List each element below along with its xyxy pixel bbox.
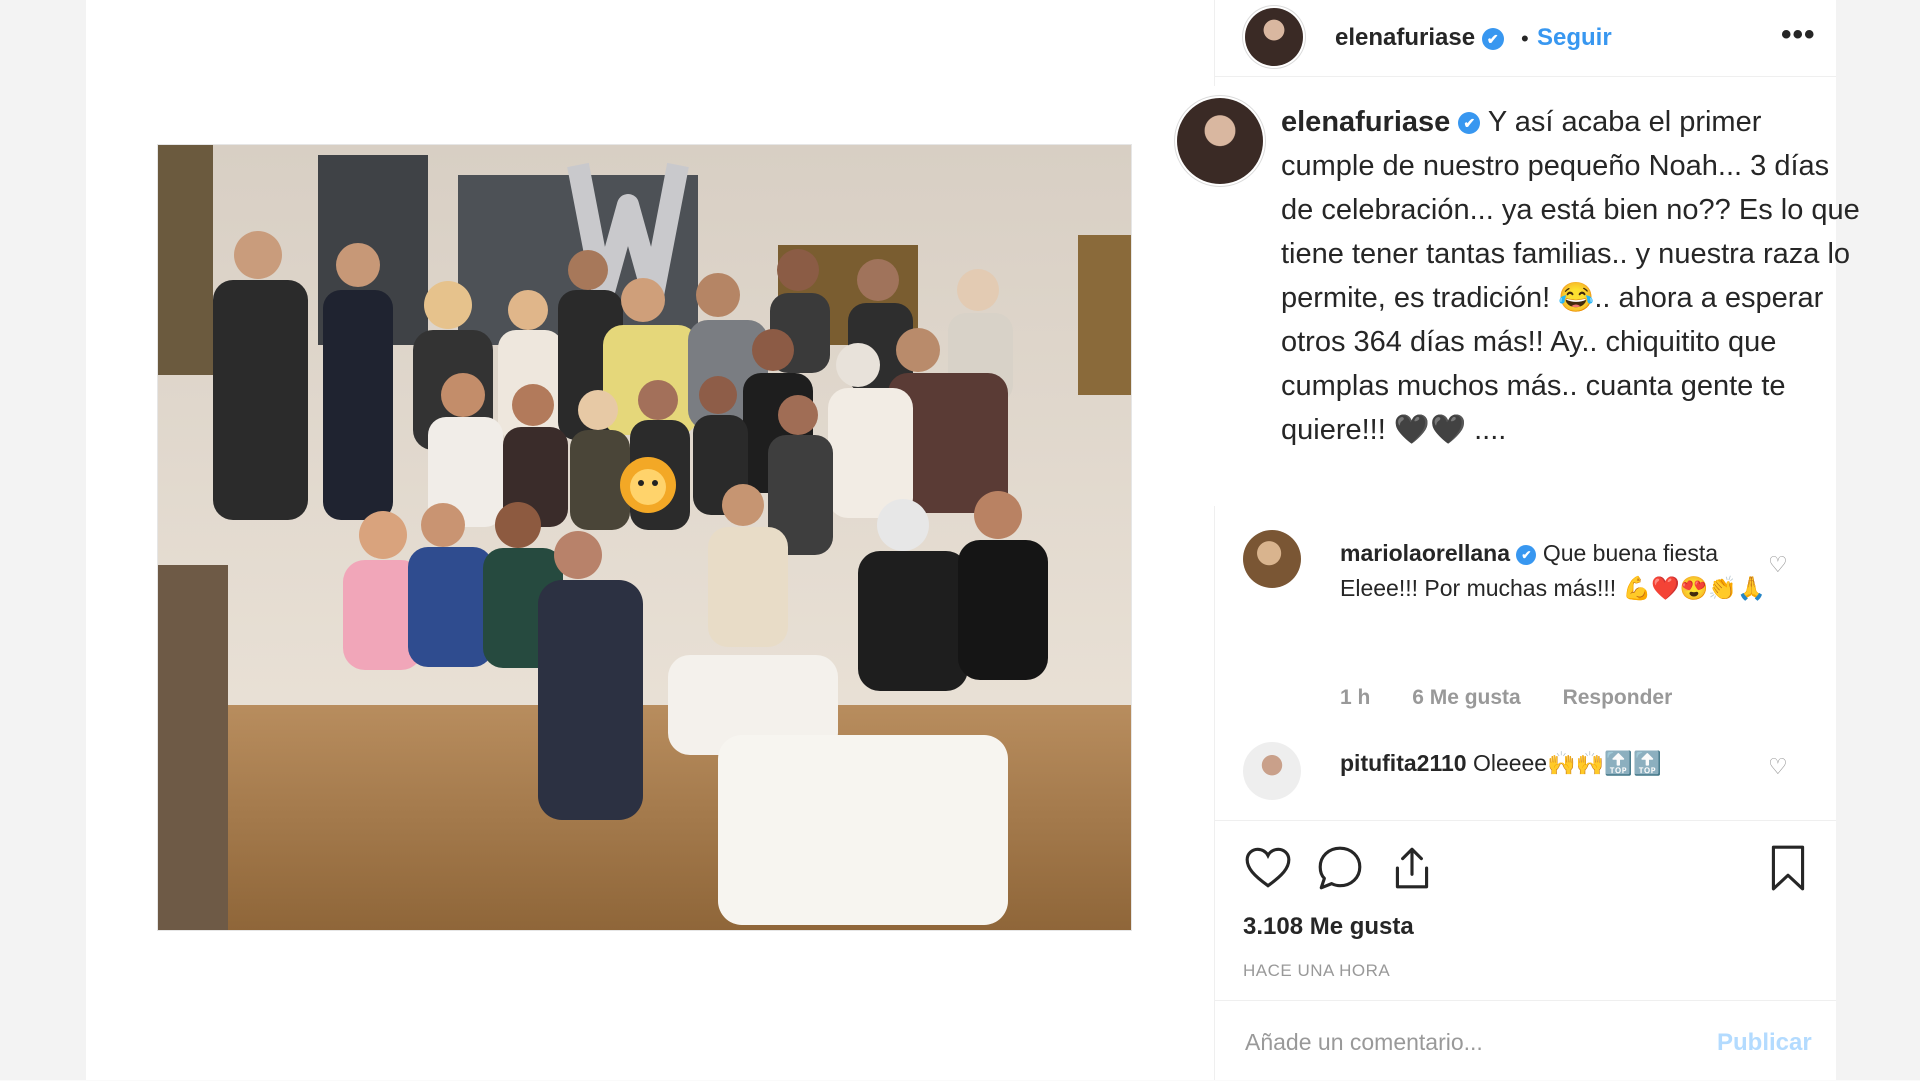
verified-badge-icon: ✔ bbox=[1458, 112, 1481, 135]
post-photo[interactable] bbox=[157, 144, 1132, 931]
verified-badge-icon: ✔ bbox=[1516, 544, 1537, 565]
comment-username[interactable]: pitufita2110 bbox=[1340, 750, 1467, 776]
comment-meta: 1 h 6 Me gusta Responder bbox=[1340, 686, 1708, 710]
comment-text: mariolaorellana ✔ Que buena fiesta Eleee… bbox=[1340, 536, 1770, 606]
share-icon[interactable] bbox=[1387, 843, 1437, 893]
reply-button[interactable]: Responder bbox=[1563, 686, 1673, 709]
header-avatar[interactable] bbox=[1245, 8, 1303, 66]
comments-list[interactable]: mariolaorellana ✔ Que buena fiesta Eleee… bbox=[1215, 506, 1836, 818]
comment-username[interactable]: mariolaorellana bbox=[1340, 540, 1510, 566]
comment-text: pitufita2110 Oleeee🙌🙌🔝🔝 bbox=[1340, 746, 1770, 781]
comment-likes[interactable]: 6 Me gusta bbox=[1412, 686, 1521, 709]
comment-avatar[interactable] bbox=[1243, 742, 1301, 800]
comment-heart-icon[interactable]: ♡ bbox=[1768, 552, 1788, 578]
publish-button[interactable]: Publicar bbox=[1717, 1029, 1812, 1057]
caption-body: Y así acaba el primer cumple de nuestro … bbox=[1281, 106, 1860, 446]
caption-block: elenafuriase ✔ Y así acaba el primer cum… bbox=[1155, 86, 1860, 506]
action-bar: 3.108 Me gusta HACE UNA HORA bbox=[1215, 820, 1836, 1001]
left-gutter bbox=[0, 0, 86, 1080]
verified-badge-icon: ✔ bbox=[1481, 27, 1504, 50]
more-options-icon[interactable]: ••• bbox=[1781, 18, 1816, 52]
likes-count[interactable]: 3.108 Me gusta bbox=[1243, 913, 1414, 941]
comment-icon[interactable] bbox=[1315, 843, 1365, 893]
post-sidebar: elenafuriase ✔ • Seguir ••• elenafuriase… bbox=[1155, 0, 1860, 1081]
bookmark-icon[interactable] bbox=[1763, 843, 1813, 893]
post-timestamp: HACE UNA HORA bbox=[1243, 961, 1391, 980]
heart-icon[interactable] bbox=[1243, 843, 1293, 893]
header-username-row[interactable]: elenafuriase ✔ bbox=[1335, 24, 1504, 52]
photo-panel bbox=[86, 0, 1214, 1080]
comment-heart-icon[interactable]: ♡ bbox=[1768, 754, 1788, 780]
follow-button[interactable]: Seguir bbox=[1537, 24, 1612, 52]
add-comment-bar: Publicar bbox=[1215, 1000, 1836, 1081]
caption-username[interactable]: elenafuriase bbox=[1281, 106, 1450, 138]
header-username[interactable]: elenafuriase bbox=[1335, 24, 1475, 51]
caption-text: elenafuriase ✔ Y así acaba el primer cum… bbox=[1281, 100, 1861, 452]
separator-dot: • bbox=[1521, 26, 1529, 51]
comment-avatar[interactable] bbox=[1243, 530, 1301, 588]
comment-input[interactable] bbox=[1243, 1021, 1687, 1063]
group-photo-illustration bbox=[158, 145, 1131, 930]
comment-body: Oleeee🙌🙌🔝🔝 bbox=[1472, 750, 1662, 776]
caption-avatar[interactable] bbox=[1177, 98, 1263, 184]
comment-time: 1 h bbox=[1340, 686, 1371, 709]
post-header: elenafuriase ✔ • Seguir ••• bbox=[1215, 0, 1836, 77]
